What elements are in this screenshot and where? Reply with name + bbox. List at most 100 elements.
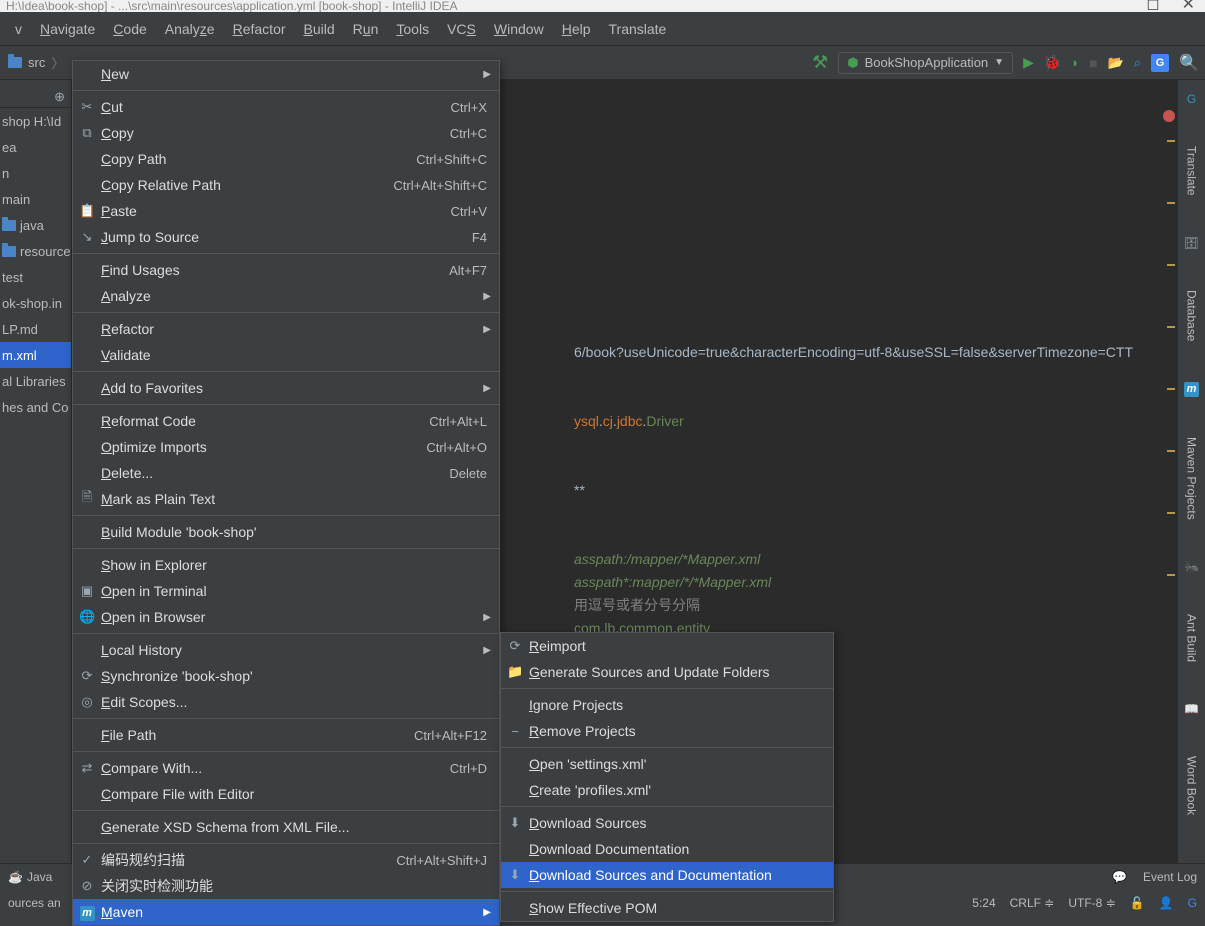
menu-item[interactable]: Download Documentation (501, 836, 833, 862)
google-icon[interactable]: G (1188, 896, 1197, 910)
tree-item[interactable]: resource (0, 238, 71, 264)
menu-refactor[interactable]: Refactor (224, 17, 295, 41)
menu-item[interactable]: Find UsagesAlt+F7 (73, 257, 499, 283)
build-icon[interactable]: ⚒ (812, 52, 828, 73)
menu-item[interactable]: Delete...Delete (73, 460, 499, 486)
run-icon[interactable]: ▶ (1023, 54, 1034, 71)
menu-item[interactable]: Show Effective POM (501, 895, 833, 921)
menu-tools[interactable]: Tools (387, 17, 438, 41)
menu-item[interactable]: 🌐Open in Browser▶ (73, 604, 499, 630)
menu-item[interactable]: Copy Relative PathCtrl+Alt+Shift+C (73, 172, 499, 198)
context-menu[interactable]: New▶ ✂CutCtrl+X⧉CopyCtrl+CCopy PathCtrl+S… (72, 60, 500, 926)
search-everywhere-icon[interactable]: 🔍 (1179, 53, 1199, 73)
menu-item[interactable]: ▣Open in Terminal (73, 578, 499, 604)
menu-item[interactable]: Reformat CodeCtrl+Alt+L (73, 408, 499, 434)
close-button[interactable]: ✕ (1182, 0, 1195, 12)
project-tree[interactable]: shop H:\Ideanmainjavaresourcetestok-shop… (0, 108, 71, 420)
menu-item[interactable]: File PathCtrl+Alt+F12 (73, 722, 499, 748)
menu-item[interactable]: ⇄Compare With...Ctrl+D (73, 755, 499, 781)
menu-item[interactable]: Show in Explorer (73, 552, 499, 578)
tree-item[interactable]: ok-shop.in (0, 290, 71, 316)
menu-item[interactable]: Compare File with Editor (73, 781, 499, 807)
tab-ant[interactable]: Ant Build (1185, 608, 1199, 668)
menu-item[interactable]: ⧉CopyCtrl+C (73, 120, 499, 146)
menu-item[interactable]: −Remove Projects (501, 718, 833, 744)
tab-java[interactable]: Java (27, 870, 52, 884)
wordbook-tab-icon[interactable]: 📖 (1184, 696, 1199, 722)
maven-tab-icon[interactable]: m (1184, 375, 1199, 403)
error-stripe[interactable] (1167, 140, 1175, 877)
tree-item[interactable]: java (0, 212, 71, 238)
menu-item[interactable]: Refactor▶ (73, 316, 499, 342)
menu-item[interactable]: ⬇Download Sources and Documentation (501, 862, 833, 888)
menu-item[interactable]: ◎Edit Scopes... (73, 689, 499, 715)
tree-item[interactable]: m.xml (0, 342, 71, 368)
maven-submenu[interactable]: ⟳Reimport📁Generate Sources and Update Fo… (500, 632, 834, 922)
menu-item[interactable]: ↘Jump to SourceF4 (73, 224, 499, 250)
menu-item[interactable]: ⊘关闭实时检测功能 (73, 873, 499, 899)
tree-item[interactable]: test (0, 264, 71, 290)
tab-database[interactable]: Database (1185, 284, 1199, 347)
menu-item[interactable]: Ignore Projects (501, 692, 833, 718)
expand-icon[interactable]: ⊕ (54, 89, 65, 105)
menu-translate[interactable]: Translate (600, 17, 676, 41)
menu-item[interactable]: Generate XSD Schema from XML File... (73, 814, 499, 840)
menu-item[interactable]: mMaven▶ (73, 899, 499, 925)
menu-code[interactable]: Code (104, 17, 155, 41)
menu-window[interactable]: Window (485, 17, 553, 41)
maximize-button[interactable]: ◻ (1146, 0, 1159, 12)
menu-navigate[interactable]: Navigate (31, 17, 104, 41)
menu-item[interactable]: Validate (73, 342, 499, 368)
menu-item[interactable]: Analyze▶ (73, 283, 499, 309)
menu-analyze[interactable]: Analyze (156, 17, 224, 41)
tree-item[interactable]: al Libraries (0, 368, 71, 394)
tree-item[interactable]: main (0, 186, 71, 212)
menu-run[interactable]: Run (344, 17, 388, 41)
menu-item[interactable]: ✓编码规约扫描Ctrl+Alt+Shift+J (73, 847, 499, 873)
tab-translate[interactable]: Translate (1185, 140, 1199, 202)
menu-vcs[interactable]: VCS (438, 17, 485, 41)
translate-tab-icon[interactable]: G (1187, 86, 1196, 112)
breadcrumb-src[interactable]: src (28, 55, 45, 70)
menu-item[interactable]: 🗎Mark as Plain Text (73, 486, 499, 512)
line-separator[interactable]: CRLF ≑ (1010, 896, 1055, 910)
event-log[interactable]: Event Log (1143, 870, 1197, 884)
menu-item[interactable]: New▶ (73, 61, 499, 87)
tree-item[interactable]: hes and Co (0, 394, 71, 420)
tree-item[interactable]: LP.md (0, 316, 71, 342)
coverage-icon[interactable]: ◗ (1071, 55, 1079, 70)
menu-help[interactable]: Help (553, 17, 600, 41)
menu-item[interactable]: ⬇Download Sources (501, 810, 833, 836)
tree-item[interactable]: n (0, 160, 71, 186)
lock-icon[interactable]: 🔓 (1130, 896, 1145, 910)
stop-icon[interactable]: ■ (1089, 55, 1097, 71)
menu-item[interactable]: 📋PasteCtrl+V (73, 198, 499, 224)
menu-item[interactable]: 📁Generate Sources and Update Folders (501, 659, 833, 685)
menu-item[interactable]: Optimize ImportsCtrl+Alt+O (73, 434, 499, 460)
menu-item[interactable]: ✂CutCtrl+X (73, 94, 499, 120)
tab-wordbook[interactable]: Word Book (1185, 750, 1199, 821)
menu-item[interactable]: Create 'profiles.xml' (501, 777, 833, 803)
menu-item[interactable]: ⟳Synchronize 'book-shop' (73, 663, 499, 689)
google-translate-icon[interactable]: G (1151, 54, 1169, 72)
find-icon[interactable]: ⌕ (1134, 55, 1141, 71)
menu-truncated[interactable]: v (6, 17, 31, 41)
menu-build[interactable]: Build (295, 17, 344, 41)
menu-item[interactable]: Build Module 'book-shop' (73, 519, 499, 545)
update-icon[interactable]: 📂 (1108, 55, 1124, 71)
database-tab-icon[interactable]: 🗄 (1184, 230, 1199, 256)
menu-item[interactable]: Local History▶ (73, 637, 499, 663)
file-encoding[interactable]: UTF-8 ≑ (1068, 896, 1115, 910)
tree-item[interactable]: ea (0, 134, 71, 160)
menu-item[interactable]: Add to Favorites▶ (73, 375, 499, 401)
ant-tab-icon[interactable]: 🐜 (1184, 554, 1199, 580)
project-tool-window[interactable]: ⊕ shop H:\Ideanmainjavaresourcetestok-sh… (0, 80, 72, 897)
menu-item[interactable]: Copy PathCtrl+Shift+C (73, 146, 499, 172)
inspection-icon[interactable]: 👤 (1159, 896, 1174, 910)
run-config-selector[interactable]: ⬢ BookShopApplication ▼ (838, 52, 1013, 74)
error-indicator[interactable] (1163, 110, 1175, 122)
debug-icon[interactable]: 🐞 (1044, 54, 1061, 71)
tree-item[interactable]: shop H:\Id (0, 108, 71, 134)
caret-position[interactable]: 5:24 (972, 896, 995, 910)
tab-maven[interactable]: Maven Projects (1185, 431, 1199, 526)
